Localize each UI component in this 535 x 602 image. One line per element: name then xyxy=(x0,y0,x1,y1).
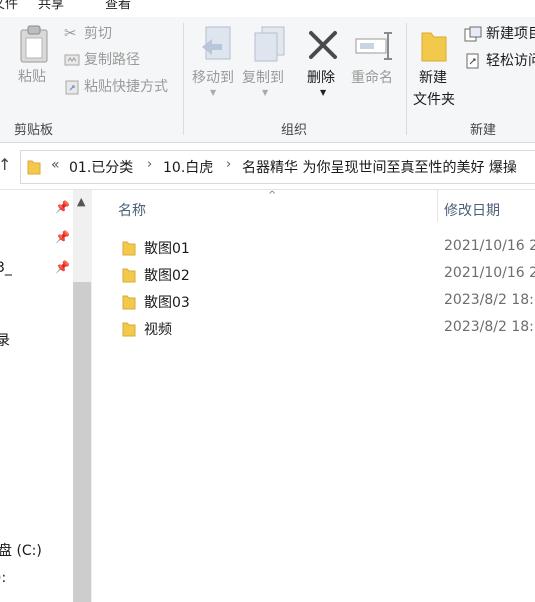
copy-to-icon xyxy=(254,26,285,62)
new-group-label: 新建 xyxy=(470,123,497,138)
nav-item[interactable]: 录 xyxy=(0,330,10,350)
file-date: 2023/8/2 18: xyxy=(444,319,534,335)
delete-x-icon xyxy=(309,31,337,59)
new-item-button[interactable]: 新建项目 xyxy=(464,23,535,45)
clipboard-group-label: 剪贴板 xyxy=(14,123,54,138)
folder-icon xyxy=(122,322,136,337)
new-folder-label-1: 新建 xyxy=(419,70,447,86)
pin-icon[interactable]: 📌 xyxy=(55,260,70,274)
scissors-icon: ✂ xyxy=(64,24,77,42)
column-header-date[interactable]: 修改日期 xyxy=(444,200,500,220)
move-to-label: 移动到 xyxy=(192,70,234,86)
chevron-down-icon: ▼ xyxy=(210,88,217,97)
list-item[interactable]: 散图03 2023/8/2 18: xyxy=(100,288,535,315)
easy-access-label: 轻松访问 xyxy=(486,53,535,69)
paste-shortcut-icon xyxy=(65,80,79,95)
folder-icon xyxy=(122,268,136,283)
folder-icon xyxy=(122,241,136,256)
clipboard-icon xyxy=(20,25,48,63)
tab-share[interactable]: 共享 xyxy=(38,0,64,12)
rename-label: 重命名 xyxy=(351,70,393,86)
address-bar[interactable]: « 01.已分类 › 10.白虎 › 名器精华 为你呈现世间至真至性的美好 爆操 xyxy=(20,150,535,184)
organize-group-label: 组织 xyxy=(281,123,308,138)
rename-button[interactable]: 重命名 xyxy=(348,21,400,95)
breadcrumb-item[interactable]: 10.白虎 xyxy=(163,157,213,177)
nav-item[interactable]: 3_ xyxy=(0,260,12,276)
list-item[interactable]: 散图01 2021/10/16 2 xyxy=(100,234,535,261)
nav-scrollbar-thumb[interactable] xyxy=(73,282,91,602)
nav-item-drive-c[interactable]: 盘 (C:) xyxy=(0,540,42,560)
paste-label: 粘贴 xyxy=(18,69,46,85)
ribbon-separator xyxy=(406,23,407,135)
ribbon: 粘贴 ✂ 剪切 复制路径 粘贴快捷方式 剪贴板 移动到 ▼ 复制到 ▼ 删除 ▼… xyxy=(0,17,535,143)
list-item[interactable]: 视频 2023/8/2 18: xyxy=(100,315,535,342)
cut-button[interactable]: ✂ 剪切 xyxy=(62,23,182,45)
move-to-button[interactable]: 移动到 ▼ xyxy=(190,21,240,97)
delete-label: 删除 xyxy=(307,70,335,86)
new-item-icon xyxy=(464,26,482,42)
file-date: 2021/10/16 2 xyxy=(444,238,535,254)
file-name: 散图03 xyxy=(144,295,190,311)
copy-to-button[interactable]: 复制到 ▼ xyxy=(240,21,292,97)
file-date: 2023/8/2 18: xyxy=(444,292,534,308)
sort-ascending-icon: ^ xyxy=(268,190,277,201)
new-folder-button[interactable]: 新建 文件夹 xyxy=(412,21,460,111)
new-item-label: 新建项目 xyxy=(486,26,535,42)
chevron-right-icon[interactable]: › xyxy=(147,157,152,172)
delete-button[interactable]: 删除 ▼ xyxy=(303,21,343,97)
up-arrow-icon[interactable]: ↑ xyxy=(0,155,11,174)
cut-label: 剪切 xyxy=(84,26,112,42)
column-divider[interactable] xyxy=(437,190,438,222)
pin-icon[interactable]: 📌 xyxy=(55,200,70,214)
copy-path-label: 复制路径 xyxy=(84,52,140,68)
scroll-up-arrow-icon[interactable]: ▲ xyxy=(77,195,85,208)
ribbon-tab-strip: 文件 共享 查看 xyxy=(0,0,535,18)
tab-view[interactable]: 查看 xyxy=(105,0,131,12)
address-bar-row: ↑ « 01.已分类 › 10.白虎 › 名器精华 为你呈现世间至真至性的美好 … xyxy=(0,143,535,190)
nav-item[interactable]: ): xyxy=(0,570,6,586)
tab-file[interactable]: 文件 xyxy=(0,0,18,12)
move-to-icon xyxy=(202,26,231,60)
breadcrumb-overflow[interactable]: « xyxy=(51,157,60,173)
breadcrumb-item[interactable]: 01.已分类 xyxy=(69,157,133,177)
list-item[interactable]: 散图02 2021/10/16 2 xyxy=(100,261,535,288)
folder-icon xyxy=(421,32,447,62)
copy-path-icon xyxy=(64,54,80,66)
chevron-right-icon[interactable]: › xyxy=(226,157,231,172)
column-header-name[interactable]: 名称 xyxy=(118,200,146,220)
copy-path-button[interactable]: 复制路径 xyxy=(62,49,182,71)
folder-icon xyxy=(27,160,41,175)
pin-icon[interactable]: 📌 xyxy=(55,230,70,244)
folder-icon xyxy=(122,295,136,310)
copy-to-label: 复制到 xyxy=(242,70,284,86)
paste-shortcut-label: 粘贴快捷方式 xyxy=(84,79,168,95)
easy-access-icon xyxy=(466,53,479,69)
file-name: 视频 xyxy=(144,322,172,338)
ribbon-separator xyxy=(183,23,184,135)
file-date: 2021/10/16 2 xyxy=(444,265,535,281)
breadcrumb-item[interactable]: 名器精华 为你呈现世间至真至性的美好 爆操 xyxy=(242,157,517,177)
easy-access-button[interactable]: 轻松访问 xyxy=(464,50,535,72)
paste-shortcut-button[interactable]: 粘贴快捷方式 xyxy=(62,76,182,98)
chevron-down-icon: ▼ xyxy=(262,88,269,97)
file-name: 散图02 xyxy=(144,268,190,284)
chevron-down-icon: ▼ xyxy=(320,88,327,97)
new-folder-label-2: 文件夹 xyxy=(413,92,455,108)
rename-icon xyxy=(355,32,392,60)
paste-button[interactable]: 粘贴 xyxy=(14,23,54,93)
file-name: 散图01 xyxy=(144,241,190,257)
